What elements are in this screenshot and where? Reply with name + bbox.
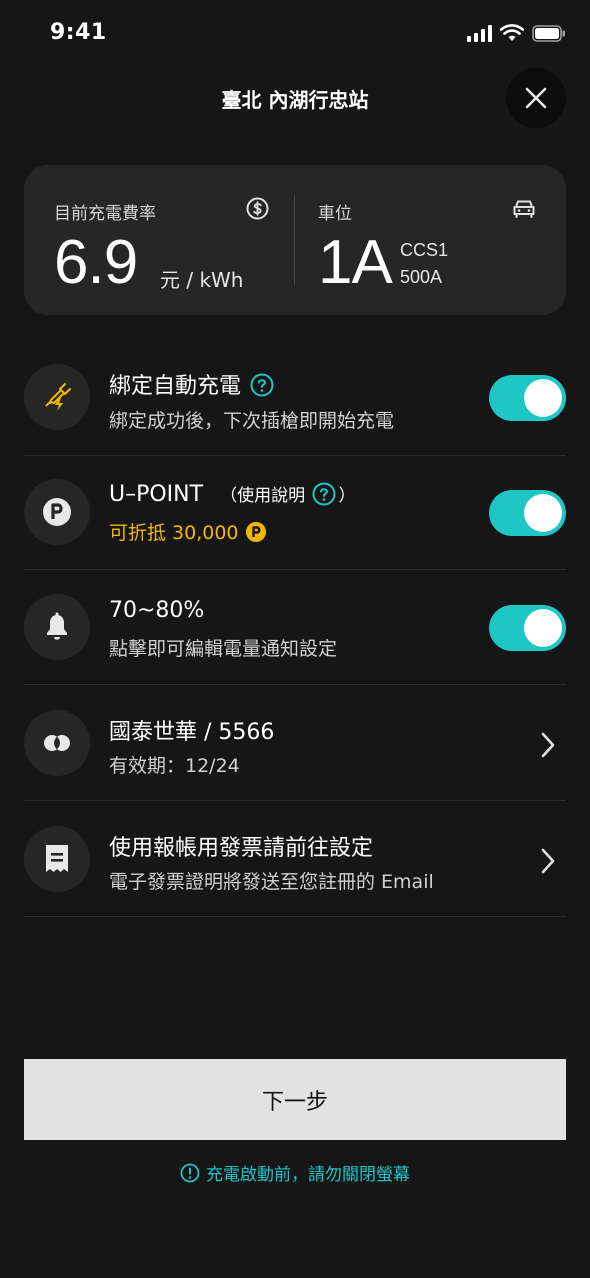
screen-warning-text: 充電啟動前，請勿關閉螢幕: [206, 1165, 410, 1185]
help-icon[interactable]: [250, 373, 274, 397]
cellular-signal-icon: [467, 24, 492, 42]
invoice-row[interactable]: 使用報帳用發票請前往設定 電子發票證明將發送至您註冊的 Email: [24, 826, 566, 941]
bell-icon: [24, 594, 90, 660]
auto-charge-title-text: 綁定自動充電: [109, 374, 242, 399]
upoint-guide-link[interactable]: （使用說明 ）: [220, 482, 356, 506]
auto-charge-plug-icon: [24, 364, 90, 430]
status-bar: 9:41: [0, 0, 590, 68]
upoint-row: U–POINT （使用說明 ） 可折抵 30,000: [24, 479, 566, 594]
auto-charge-subtitle: 綁定成功後，下次插槍即開始充電: [109, 410, 395, 432]
wifi-icon: [500, 24, 524, 41]
rate-label: 目前充電費率: [54, 204, 156, 224]
help-icon[interactable]: [312, 482, 336, 506]
row-divider: [24, 684, 566, 685]
row-divider: [24, 800, 566, 801]
rate-value: 6.9: [54, 228, 138, 297]
connector-current: 500A: [400, 267, 443, 287]
dollar-coin-icon: [246, 197, 269, 220]
invoice-title: 使用報帳用發票請前往設定: [109, 836, 374, 861]
upoint-title: U–POINT （使用說明 ）: [109, 481, 355, 507]
toggle-knob: [524, 379, 562, 417]
payment-card-expiry: 有效期：12/24: [109, 755, 240, 777]
rate-unit: 元 / kWh: [160, 268, 244, 292]
auto-charge-title: 綁定自動充電: [109, 368, 274, 400]
station-title: 臺北 內湖行忠站: [221, 88, 369, 112]
charge-notify-row[interactable]: 70~80% 點擊即可編輯電量通知設定: [24, 594, 566, 709]
status-time: 9:41: [50, 20, 107, 45]
card-divider: [294, 195, 295, 285]
upoint-balance-text: 可折抵 30,000: [109, 522, 239, 544]
chevron-right-icon: [541, 848, 555, 874]
next-step-button[interactable]: 下一步: [24, 1059, 566, 1140]
point-coin-icon: [245, 521, 266, 542]
invoice-subtitle: 電子發票證明將發送至您註冊的 Email: [109, 871, 434, 893]
car-icon: [513, 200, 535, 218]
close-button[interactable]: [506, 68, 566, 128]
status-icons: [467, 24, 566, 42]
spot-label: 車位: [318, 204, 352, 224]
upoint-guide-close: ）: [338, 486, 356, 506]
close-icon: [525, 87, 547, 109]
spot-value: 1A: [318, 228, 393, 297]
charge-notify-toggle[interactable]: [489, 605, 566, 651]
connector-type: CCS1: [400, 240, 449, 260]
row-divider: [24, 916, 566, 917]
upoint-balance: 可折抵 30,000: [109, 518, 267, 545]
alert-circle-icon: [180, 1163, 200, 1182]
auto-charge-toggle[interactable]: [489, 375, 566, 421]
auto-charge-row: 綁定自動充電 綁定成功後，下次插槍即開始充電: [24, 364, 566, 479]
toggle-knob: [524, 609, 562, 647]
row-divider: [24, 569, 566, 570]
upoint-p-icon: [24, 479, 90, 545]
upoint-toggle[interactable]: [489, 490, 566, 536]
receipt-icon: [24, 826, 90, 892]
row-divider: [24, 455, 566, 456]
credit-card-icon: [24, 710, 90, 776]
screen-warning: 充電啟動前，請勿關閉螢幕: [0, 1160, 590, 1185]
chevron-right-icon: [541, 732, 555, 758]
payment-card-row[interactable]: 國泰世華 / 5566 有效期：12/24: [24, 710, 566, 825]
toggle-knob: [524, 494, 562, 532]
battery-icon: [532, 24, 565, 42]
upoint-title-text: U–POINT: [109, 482, 204, 507]
charge-notify-subtitle: 點擊即可編輯電量通知設定: [109, 638, 338, 660]
charge-notify-title: 70~80%: [109, 598, 205, 623]
upoint-guide-text[interactable]: （使用說明: [220, 486, 305, 506]
payment-card-title: 國泰世華 / 5566: [109, 720, 275, 745]
